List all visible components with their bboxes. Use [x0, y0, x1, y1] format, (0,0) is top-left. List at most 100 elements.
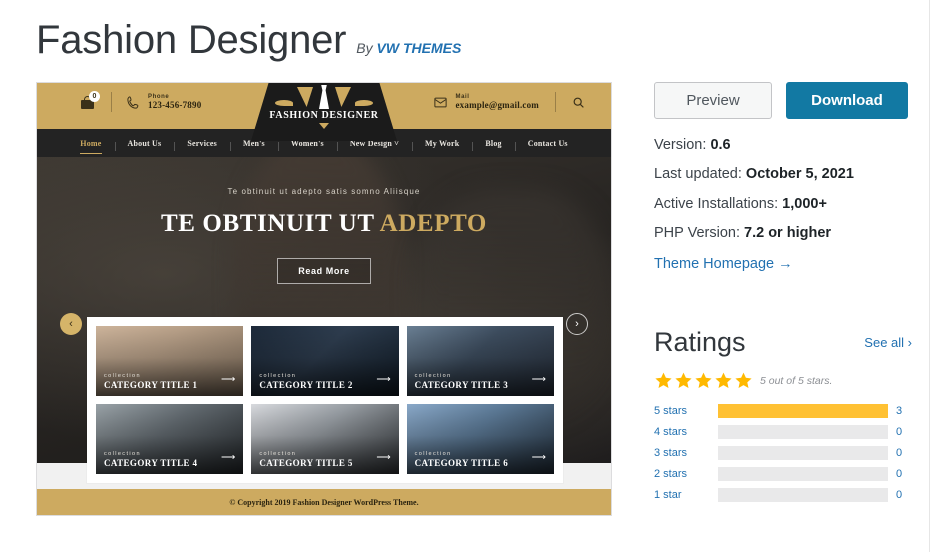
category-kicker: collection [259, 373, 297, 379]
hero-title-plain: TE OBTINUIT UT [161, 210, 380, 237]
category-title: CATEGORY TITLE 6 [414, 458, 509, 468]
copyright-text: © Copyright 2019 Fashion Designer WordPr… [229, 497, 419, 507]
rating-row-label[interactable]: 2 stars [654, 468, 710, 480]
preview-topbar: 0 Phone 123-456-7890 FASHION DESIGNER Ma… [37, 83, 611, 141]
category-title: CATEGORY TITLE 5 [259, 458, 353, 468]
star-icon [735, 372, 752, 389]
mail-value: example@gmail.com [455, 100, 539, 110]
arrow-right-icon: ⟶ [220, 374, 236, 385]
rating-row-label[interactable]: 4 stars [654, 426, 710, 438]
site-logo[interactable]: FASHION DESIGNER [269, 85, 379, 129]
nav-item-contact-us[interactable]: Contact Us [514, 139, 581, 151]
category-card[interactable]: collection CATEGORY TITLE 6 ⟶ [406, 404, 554, 474]
mail-icon [434, 97, 448, 107]
arrow-right-icon: ⟶ [376, 374, 391, 385]
rating-row: 4 stars 0 [654, 425, 912, 440]
hero-title-accent: ADEPTO [379, 210, 487, 237]
nav-item-home[interactable]: Home [67, 139, 114, 154]
author-link[interactable]: VW THEMES [377, 40, 462, 56]
category-kicker: collection [104, 451, 141, 457]
category-card[interactable]: collection CATEGORY TITLE 3 ⟶ [406, 326, 554, 396]
phone-info: Phone 123-456-7890 [126, 94, 201, 110]
phone-value: 123-456-7890 [148, 100, 202, 110]
nav-item-blog[interactable]: Blog [472, 139, 514, 151]
category-kicker: collection [259, 451, 297, 457]
ratings-header: Ratings See all › [654, 326, 912, 358]
rating-row-count: 0 [896, 447, 903, 460]
rating-row: 1 star 0 [654, 488, 912, 503]
category-kicker: collection [414, 373, 452, 379]
preview-button[interactable]: Preview [654, 82, 772, 119]
theme-info-sidebar: Preview Download Version: 0.6 Last updat… [654, 82, 912, 509]
rating-row: 5 stars 3 [654, 404, 912, 419]
rating-row-label[interactable]: 5 stars [654, 405, 710, 417]
phone-icon [127, 95, 139, 109]
theme-name: Fashion Designer [36, 18, 347, 62]
nav-item-services[interactable]: Services [174, 139, 230, 151]
meta-active-installations: Active Installations: 1,000+ [654, 196, 912, 213]
theme-homepage-link[interactable]: Theme Homepage → [654, 256, 793, 272]
theme-screenshot[interactable]: 0 Phone 123-456-7890 FASHION DESIGNER Ma… [36, 82, 612, 516]
category-kicker: collection [104, 373, 141, 379]
rating-row-label[interactable]: 3 stars [654, 447, 710, 459]
category-title: CATEGORY TITLE 2 [259, 380, 353, 390]
theme-detail-page: Fashion Designer By VW THEMES 0 Phone 12… [0, 0, 942, 552]
rating-row-count: 0 [896, 468, 903, 481]
category-title: CATEGORY TITLE 3 [414, 380, 509, 390]
preview-footer: © Copyright 2019 Fashion Designer WordPr… [37, 489, 611, 515]
rating-bar-track [718, 488, 888, 503]
category-card[interactable]: collection CATEGORY TITLE 2 ⟶ [251, 326, 399, 396]
divider [555, 92, 556, 112]
rating-bar-fill [718, 404, 888, 419]
rating-bar-track [718, 425, 888, 440]
arrow-right-icon: ⟶ [376, 452, 391, 463]
meta-last-updated: Last updated: October 5, 2021 [654, 166, 912, 183]
carousel-prev-icon[interactable]: ‹ [60, 313, 82, 335]
rating-row: 3 stars 0 [654, 446, 912, 461]
topbar-left-info: 0 Phone 123-456-7890 [81, 91, 201, 112]
meta-active-installations-value: 1,000+ [782, 195, 827, 212]
star-icon [675, 372, 692, 389]
rating-bar-track [718, 446, 888, 461]
by-prefix: By [356, 40, 373, 56]
action-buttons: Preview Download [654, 82, 912, 119]
meta-version: Version: 0.6 [654, 137, 912, 154]
see-all-ratings-link[interactable]: See all › [864, 335, 912, 357]
rating-summary: 5 out of 5 stars. [654, 371, 912, 390]
category-title: CATEGORY TITLE 1 [104, 380, 198, 390]
page-title: Fashion Designer By VW THEMES [36, 18, 461, 62]
star-rating [654, 371, 753, 390]
nav-item-my-work[interactable]: My Work [412, 139, 472, 151]
category-card[interactable]: collection CATEGORY TITLE 4 ⟶ [96, 404, 244, 474]
logo-caret-icon [319, 123, 329, 129]
ratings-title: Ratings [654, 326, 746, 357]
meta-php-version-value: 7.2 or higher [744, 225, 832, 242]
hero-content: Te obtinuit ut adepto satis somno Aliisq… [37, 187, 611, 284]
logo-emblem-icon [269, 85, 379, 111]
meta-php-version: PHP Version: 7.2 or higher [654, 225, 912, 242]
rating-row-label[interactable]: 1 star [654, 489, 710, 501]
category-card[interactable]: collection CATEGORY TITLE 5 ⟶ [251, 404, 399, 474]
download-button[interactable]: Download [786, 82, 908, 119]
nav-item-about-us[interactable]: About Us [114, 139, 175, 151]
rating-row-count: 3 [896, 405, 903, 418]
rating-row-count: 0 [896, 489, 903, 502]
category-title: CATEGORY TITLE 4 [104, 458, 198, 468]
carousel-next-icon[interactable]: › [566, 313, 588, 335]
read-more-button[interactable]: Read More [277, 258, 371, 284]
scrollbar-track-line[interactable] [929, 0, 930, 552]
rating-bar-track [718, 467, 888, 482]
category-card[interactable]: collection CATEGORY TITLE 1 ⟶ [96, 326, 244, 396]
cart-count-badge: 0 [89, 91, 100, 102]
search-icon[interactable] [572, 96, 585, 109]
theme-meta-list: Version: 0.6 Last updated: October 5, 20… [654, 137, 912, 273]
logo-text: FASHION DESIGNER [269, 110, 379, 121]
arrow-right-icon: ⟶ [531, 452, 546, 463]
arrow-right-icon: ⟶ [531, 374, 546, 385]
meta-active-installations-label: Active Installations: [654, 195, 779, 212]
cart-icon[interactable]: 0 [81, 91, 100, 109]
mail-info: Mail example@gmail.com [433, 94, 539, 110]
theme-author-line: By VW THEMES [356, 40, 461, 56]
star-icon [715, 372, 732, 389]
rating-breakdown: 5 stars 3 4 stars 0 3 stars 0 2 stars 0 … [654, 404, 912, 503]
